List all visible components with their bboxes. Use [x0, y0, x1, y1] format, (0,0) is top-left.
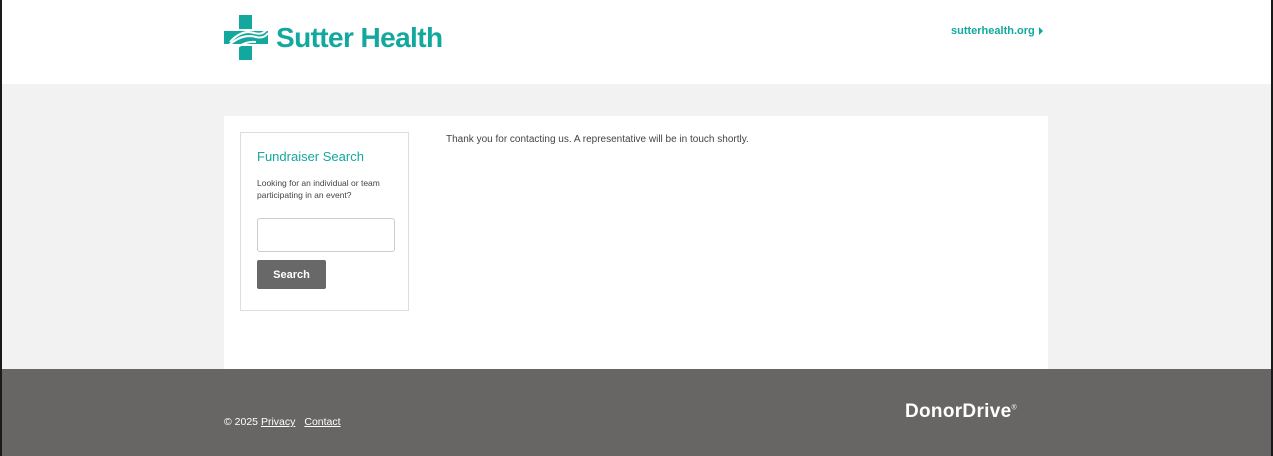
sutterhealth-org-link[interactable]: sutterhealth.org	[951, 25, 1043, 37]
site-header: Sutter Health sutterhealth.org	[2, 0, 1271, 84]
fundraiser-search-title: Fundraiser Search	[257, 149, 364, 164]
sutter-health-logo[interactable]: Sutter Health	[224, 15, 443, 60]
sutter-health-logo-icon	[224, 15, 268, 60]
donordrive-logo[interactable]: DonorDrive®	[905, 401, 1017, 423]
brand-name: Sutter Health	[276, 21, 443, 53]
caret-right-icon	[1038, 27, 1043, 35]
fundraiser-search-description: Looking for an individual or team partic…	[257, 178, 380, 200]
search-button[interactable]: Search	[257, 260, 326, 289]
fundraiser-search-input[interactable]	[257, 218, 395, 252]
main-content: Fundraiser Search Looking for an individ…	[224, 116, 1048, 369]
site-footer: © 2025 Privacy Contact DonorDrive®	[2, 369, 1271, 456]
contact-link[interactable]: Contact	[304, 416, 340, 428]
site-link-label: sutterhealth.org	[951, 25, 1035, 37]
trademark-mark: ®	[1011, 404, 1017, 412]
copyright-text: © 2025	[224, 416, 259, 428]
donordrive-logo-text: DonorDrive	[905, 401, 1012, 422]
privacy-link[interactable]: Privacy	[261, 416, 295, 428]
fundraiser-search-panel: Fundraiser Search Looking for an individ…	[240, 132, 409, 311]
confirmation-message: Thank you for contacting us. A represent…	[446, 134, 749, 145]
footer-links: © 2025 Privacy Contact	[224, 416, 341, 428]
